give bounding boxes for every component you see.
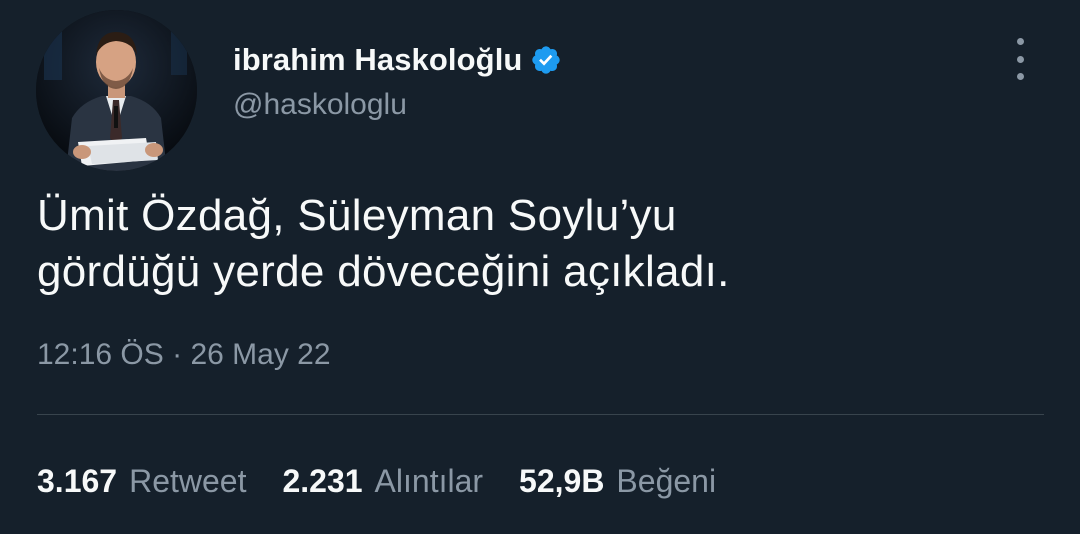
quotes-count: 2.231 xyxy=(282,463,363,499)
author-info: ibrahim Haskoloğlu @haskologlu xyxy=(233,38,562,122)
more-vertical-icon xyxy=(1016,38,1024,45)
more-options-button[interactable] xyxy=(1004,38,1036,80)
tweet-text-line: gördüğü yerde döveceğini açıkladı. xyxy=(37,247,730,296)
tweet-text-line: Ümit Özdağ, Süleyman Soylu’yu xyxy=(37,191,677,240)
tweet-timestamp[interactable]: 12:16 ÖS · 26 May 22 xyxy=(37,338,331,372)
engagement-stats: 3.167 Retweet 2.231 Alıntılar 52,9B Beğe… xyxy=(37,463,752,500)
more-vertical-icon-dot xyxy=(1016,55,1024,63)
likes-count: 52,9B xyxy=(519,463,605,499)
meta-separator: · xyxy=(172,338,183,371)
quotes-stat[interactable]: 2.231 Alıntılar xyxy=(282,463,483,500)
divider xyxy=(37,414,1044,415)
handle[interactable]: @haskologlu xyxy=(233,88,562,122)
quotes-label: Alıntılar xyxy=(374,463,484,499)
more-vertical-icon-dot xyxy=(1016,73,1024,80)
retweets-count: 3.167 xyxy=(37,463,118,499)
tweet-date: 26 May 22 xyxy=(190,338,331,371)
avatar[interactable] xyxy=(36,10,197,171)
display-name[interactable]: ibrahim Haskoloğlu xyxy=(233,42,522,78)
name-row: ibrahim Haskoloğlu xyxy=(233,38,562,82)
verified-badge-icon xyxy=(530,44,562,76)
tweet-text: Ümit Özdağ, Süleyman Soylu’yu gördüğü ye… xyxy=(37,188,1037,300)
likes-label: Beğeni xyxy=(616,463,717,499)
tweet-time: 12:16 ÖS xyxy=(37,338,164,371)
retweets-stat[interactable]: 3.167 Retweet xyxy=(37,463,246,500)
avatar-image xyxy=(36,10,197,171)
tweet-card: ibrahim Haskoloğlu @haskologlu Ümit Özda… xyxy=(0,0,1080,534)
retweets-label: Retweet xyxy=(129,463,247,499)
likes-stat[interactable]: 52,9B Beğeni xyxy=(519,463,716,500)
